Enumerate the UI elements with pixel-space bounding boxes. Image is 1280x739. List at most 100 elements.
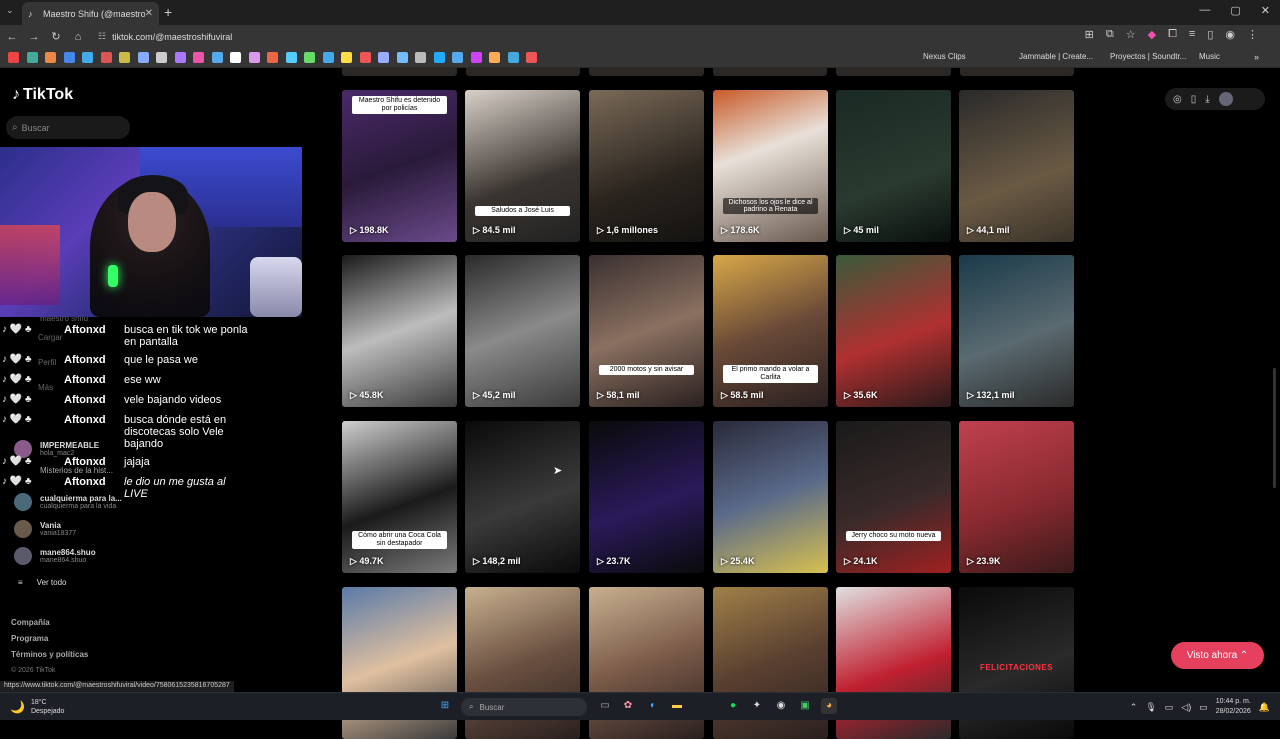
minimize-button[interactable]: —	[1199, 4, 1210, 17]
task-view-icon[interactable]: ▭	[597, 698, 613, 714]
video-thumbnail[interactable]: Maestro Shifu es detenido por policías ▷ …	[342, 90, 457, 242]
footer-program[interactable]: Programa	[11, 631, 88, 647]
bookmark-favicon-icon[interactable]	[359, 52, 371, 63]
video-thumbnail[interactable]: ▷ 45 mil	[836, 90, 951, 242]
footer-terms[interactable]: Términos y políticas	[11, 647, 88, 663]
mic-icon[interactable]: 🎙	[1145, 702, 1156, 713]
video-thumbnail[interactable]: El primo mando a volar a Carlita ▷ 58.5 m…	[713, 255, 828, 407]
bookmark-favicon-icon[interactable]	[489, 52, 500, 63]
bookmark-favicon-icon[interactable]	[193, 52, 204, 63]
reload-icon[interactable]: ↻	[46, 30, 66, 43]
edge-icon[interactable]: ◐	[645, 698, 661, 714]
download-icon[interactable]: ⤓	[1205, 94, 1209, 105]
close-window-button[interactable]: ✕	[1261, 4, 1270, 17]
video-thumbnail[interactable]: ▷ 45,2 mil	[465, 255, 580, 407]
bookmark-favicon-icon[interactable]	[82, 52, 93, 63]
network-icon[interactable]: ▭	[1165, 702, 1174, 713]
bookmark-music[interactable]: Music	[1199, 52, 1220, 61]
windows-start-icon[interactable]: ⊞	[437, 698, 453, 714]
video-thumbnail[interactable]: Cómo abrir una Coca Cola sin destapador ▷…	[342, 421, 457, 573]
site-info-icon[interactable]: ☷	[98, 31, 106, 42]
bookmark-favicon-icon[interactable]	[285, 52, 297, 63]
bookmark-favicon-icon[interactable]	[507, 52, 519, 63]
bookmark-nexus-clips[interactable]: Nexus Clips	[923, 52, 966, 61]
media-icon[interactable]: ≡	[1189, 28, 1195, 41]
following-account[interactable]: Vania vania18377	[14, 520, 76, 538]
video-thumbnail[interactable]: ▷ 23.9K	[959, 421, 1074, 573]
copilot-icon[interactable]: ✿	[620, 698, 636, 714]
address-bar[interactable]: ☷ tiktok.com/@maestroshifuviral	[90, 27, 1090, 46]
bookmark-favicon-icon[interactable]	[211, 52, 223, 63]
home-icon[interactable]: ⌂	[68, 31, 88, 43]
chevron-up-icon[interactable]: ⌃	[1130, 702, 1138, 713]
bookmark-favicon-icon[interactable]	[100, 52, 112, 63]
extension-icon[interactable]: ◆	[1148, 28, 1156, 41]
bookmark-favicon-icon[interactable]	[322, 52, 334, 63]
bookmark-favicon-icon[interactable]	[230, 52, 241, 63]
video-thumbnail[interactable]: Jerry choco su moto nueva ▷ 24.1K	[836, 421, 951, 573]
app-icon[interactable]: ✦	[749, 698, 765, 714]
bookmark-favicon-icon[interactable]	[248, 52, 260, 63]
video-thumbnail[interactable]: ▷ 148,2 mil	[465, 421, 580, 573]
forward-icon[interactable]: →	[24, 31, 44, 43]
video-thumbnail[interactable]: Dichosos los ojos le dice al padrino a R…	[713, 90, 828, 242]
tab-list-icon[interactable]: ⌄	[6, 5, 14, 16]
video-thumbnail[interactable]: Saludos a José Luis ▷ 84.5 mil	[465, 90, 580, 242]
new-tab-button[interactable]: +	[164, 4, 172, 20]
video-thumbnail[interactable]: ▷ 132,1 mil	[959, 255, 1074, 407]
clock[interactable]: 10:44 p. m. 28/02/2026	[1216, 697, 1251, 717]
battery-icon[interactable]: ▭	[1199, 702, 1208, 713]
phone-icon[interactable]: ▯	[1191, 94, 1197, 105]
bookmark-favicon-icon[interactable]	[267, 52, 278, 63]
profile-icon[interactable]: ◉	[1225, 28, 1235, 41]
volume-icon[interactable]: ◁)	[1181, 702, 1191, 713]
extensions-puzzle-icon[interactable]: ⧠	[1168, 28, 1177, 41]
bookmark-favicon-icon[interactable]	[304, 52, 315, 63]
footer-company[interactable]: Compañía	[11, 615, 88, 631]
bookmark-favicon-icon[interactable]	[45, 52, 56, 63]
app-icon[interactable]: ▣	[797, 698, 813, 714]
tiktok-logo[interactable]: ♪ TikTok	[12, 86, 73, 104]
bookmark-favicon-icon[interactable]	[119, 52, 130, 63]
translate-icon[interactable]: ⊞	[1085, 28, 1094, 41]
video-thumbnail[interactable]: 2000 motos y sin avisar ▷ 58,1 mil	[589, 255, 704, 407]
bookmark-favicon-icon[interactable]	[526, 52, 537, 63]
video-thumbnail[interactable]: ▷ 35.6K	[836, 255, 951, 407]
back-icon[interactable]: ←	[2, 31, 22, 43]
bookmark-favicon-icon[interactable]	[8, 52, 19, 63]
maximize-button[interactable]: ▢	[1230, 4, 1240, 17]
bookmark-favicon-icon[interactable]	[433, 52, 445, 63]
video-thumbnail[interactable]: ▷ 1,6 millones	[589, 90, 704, 242]
bookmark-favicon-icon[interactable]	[63, 52, 75, 63]
chrome-icon[interactable]: ◕	[821, 698, 837, 714]
compass-icon[interactable]: ◎	[1173, 94, 1182, 105]
bookmark-proyectos[interactable]: Proyectos | Soundtr...	[1110, 52, 1186, 61]
video-thumbnail[interactable]: ▷ 23.7K	[589, 421, 704, 573]
see-all-button[interactable]: ≡ Ver todo	[18, 578, 66, 587]
user-avatar[interactable]	[1218, 92, 1233, 106]
bookmark-favicon-icon[interactable]	[156, 52, 167, 63]
bookmark-favicon-icon[interactable]	[415, 52, 426, 63]
cast-icon[interactable]: ⧉	[1106, 28, 1114, 41]
bookmark-favicon-icon[interactable]	[137, 52, 149, 63]
weather-widget[interactable]: 🌙 18°C Despejado	[10, 698, 64, 716]
browser-tab[interactable]: ♪ Maestro Shifu (@maestroshifuvi... ✕	[22, 2, 159, 25]
bookmark-favicon-icon[interactable]	[341, 52, 352, 63]
obs-icon[interactable]: ◉	[773, 698, 789, 714]
bookmark-star-icon[interactable]: ☆	[1126, 28, 1136, 41]
bookmark-favicon-icon[interactable]	[174, 52, 186, 63]
video-thumbnail[interactable]: ▷ 44,1 mil	[959, 90, 1074, 242]
sidebar-icon[interactable]: ▯	[1207, 28, 1213, 41]
search-input[interactable]: ⌕ Buscar	[6, 116, 130, 139]
bookmark-favicon-icon[interactable]	[470, 52, 482, 63]
bookmark-favicon-icon[interactable]	[396, 52, 408, 63]
notifications-icon[interactable]: 🔔	[1259, 702, 1270, 713]
bookmark-favicon-icon[interactable]	[26, 52, 38, 63]
taskbar-search[interactable]: ⌕ Buscar	[461, 698, 587, 716]
spotify-icon[interactable]: ●	[725, 698, 741, 714]
video-thumbnail[interactable]: ▷ 45.8K	[342, 255, 457, 407]
following-account[interactable]: mane864.shuo mane864.shuo	[14, 547, 96, 565]
watched-now-button[interactable]: Visto ahora ⌃	[1171, 642, 1264, 669]
bookmark-jammable[interactable]: Jammable | Create...	[1019, 52, 1093, 61]
menu-icon[interactable]: ⋮	[1247, 28, 1258, 41]
